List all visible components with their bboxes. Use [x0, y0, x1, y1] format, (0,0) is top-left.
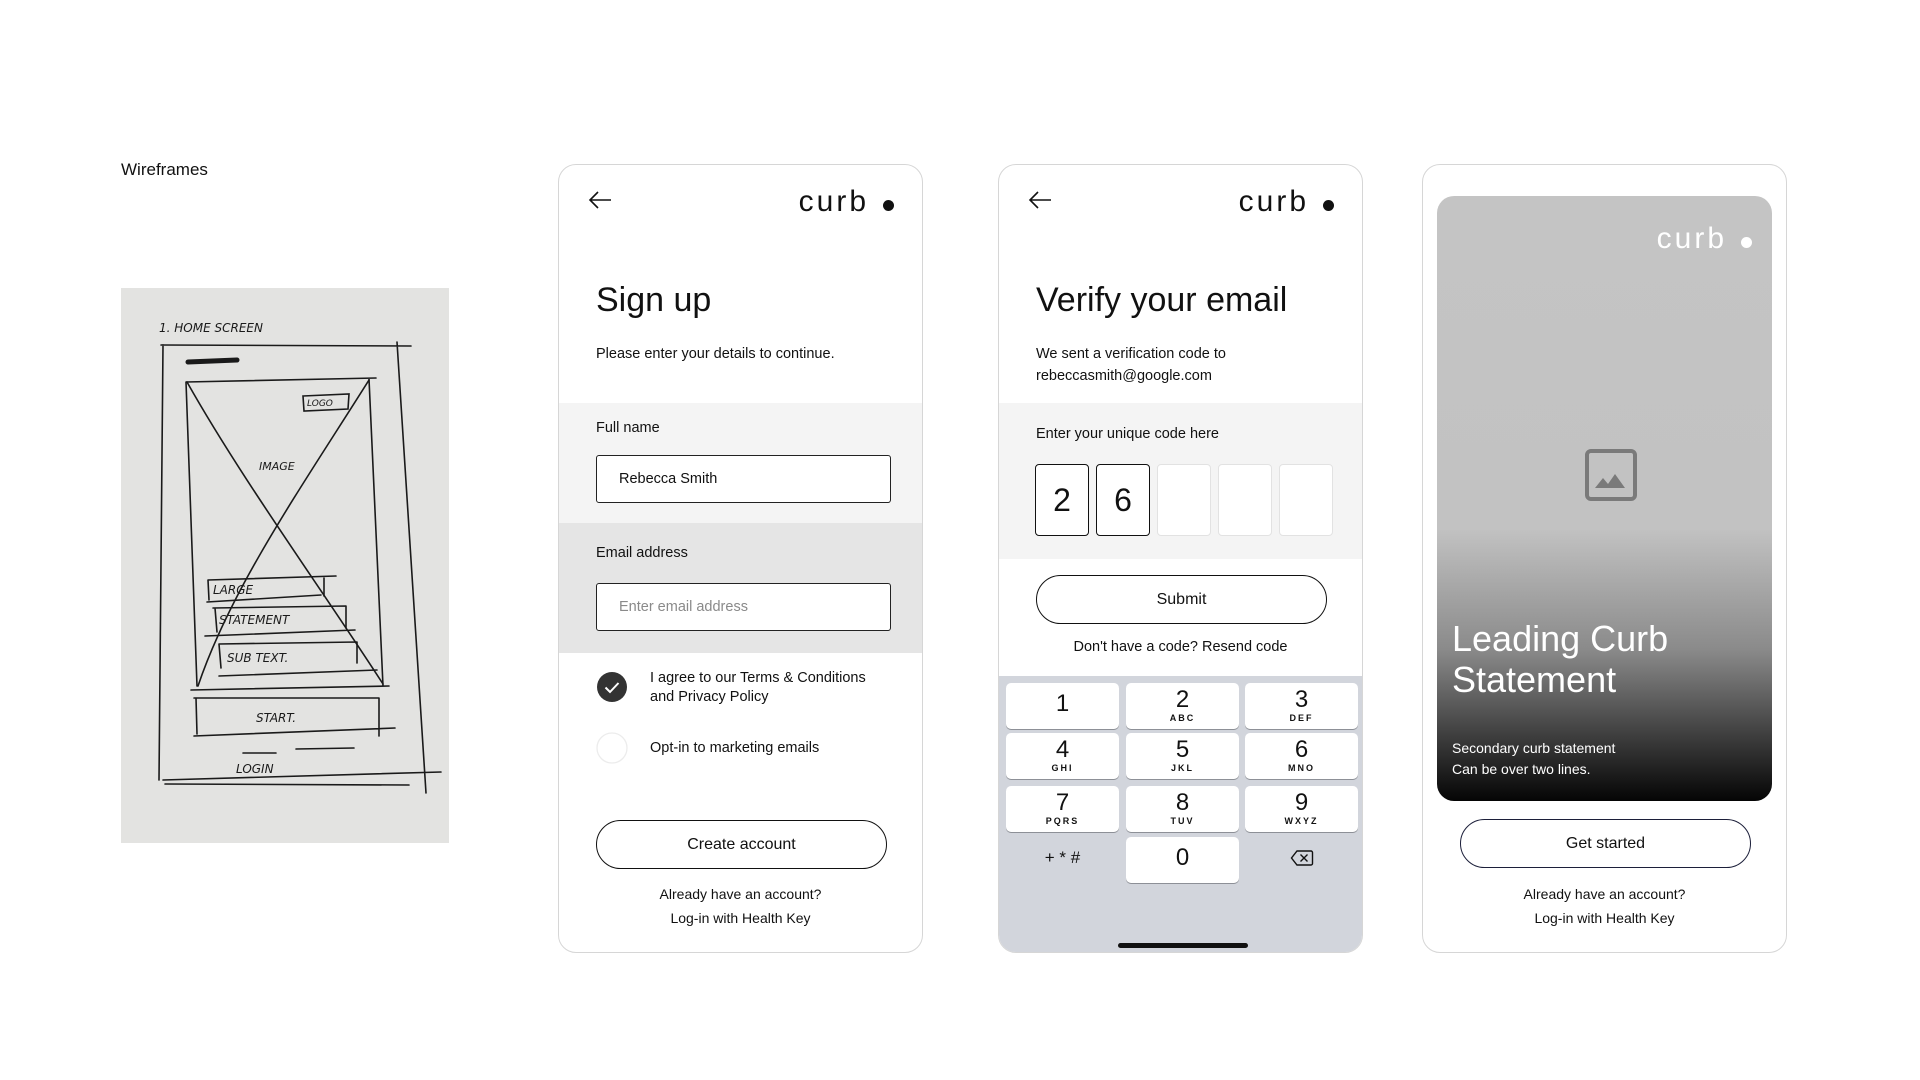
terms-label: I agree to our Terms & Conditions and Pri…: [650, 670, 866, 705]
key-letters: WXYZ: [1284, 816, 1319, 826]
code-digit-box[interactable]: [1279, 464, 1333, 536]
email-input[interactable]: Enter email address: [596, 583, 891, 631]
full-name-section: Full name Rebecca Smith: [559, 403, 922, 523]
key-digit: 5: [1175, 736, 1190, 763]
key-digit: 9: [1294, 789, 1309, 816]
code-label: Enter your unique code here: [1036, 426, 1219, 442]
already-account-text: Already have an account?: [1523, 886, 1686, 902]
key-digit: 6: [1294, 736, 1309, 763]
keypad-key[interactable]: 4 GHI: [1006, 733, 1119, 779]
verify-email-screen: curb Verify your email We sent a verific…: [998, 164, 1363, 953]
page-title: Verify your email: [1036, 281, 1288, 319]
marketing-checkbox[interactable]: [596, 732, 628, 764]
key-digit: 1: [1055, 690, 1070, 717]
sketch-heading: 1. HOME SCREEN: [159, 321, 263, 335]
marketing-label: Opt-in to marketing emails: [650, 740, 820, 756]
full-name-label: Full name: [596, 420, 660, 436]
code-digit-box[interactable]: [1157, 464, 1211, 536]
home-screen: curb Leading Curb Statement Secondary cur…: [1422, 164, 1787, 953]
get-started-button[interactable]: Get started: [1460, 819, 1751, 868]
keypad-key[interactable]: 3 DEF: [1245, 683, 1358, 729]
login-health-key-link[interactable]: Log-in with Health Key: [1423, 910, 1786, 926]
keypad-key[interactable]: 2 ABC: [1126, 683, 1239, 729]
keypad-delete-button[interactable]: [1245, 837, 1358, 883]
keypad-key[interactable]: 0: [1126, 837, 1239, 883]
resend-code-link[interactable]: Don't have a code? Resend code: [999, 639, 1362, 655]
page-label: Wireframes: [121, 160, 208, 179]
image-placeholder-icon: [1585, 449, 1637, 501]
page-subtitle: Please enter your details to continue.: [596, 346, 835, 362]
page-title: Sign up: [596, 281, 712, 319]
hero-substatement: Secondary curb statement Can be over two …: [1452, 740, 1616, 777]
key-letters: PQRS: [1045, 816, 1080, 826]
email-label: Email address: [596, 545, 688, 561]
keypad-key[interactable]: 5 JKL: [1126, 733, 1239, 779]
back-arrow-icon[interactable]: [587, 189, 613, 211]
keypad-key[interactable]: 7 PQRS: [1006, 786, 1119, 832]
curb-logo: curb: [1657, 222, 1752, 256]
key-letters: TUV: [1170, 816, 1195, 826]
key-letters: GHI: [1051, 763, 1074, 773]
delete-icon: [1290, 850, 1313, 866]
key-letters: MNO: [1288, 763, 1315, 773]
sketch-large: LARGE: [213, 583, 254, 597]
hero-statement: Leading Curb Statement: [1452, 618, 1669, 700]
code-digit-box[interactable]: [1218, 464, 1272, 536]
sketch-login: LOGIN: [236, 762, 274, 776]
keypad-key[interactable]: + * #: [1006, 837, 1119, 883]
key-digit: 7: [1055, 789, 1070, 816]
keypad-key[interactable]: 8 TUV: [1126, 786, 1239, 832]
curb-logo: curb: [799, 185, 894, 219]
back-arrow-icon[interactable]: [1027, 189, 1053, 211]
key-digit: 0: [1175, 844, 1190, 871]
key-digit: 3: [1294, 686, 1309, 713]
key-letters: ABC: [1169, 713, 1196, 723]
key-digit: 2: [1175, 686, 1190, 713]
signup-screen: curb Sign up Please enter your details t…: [558, 164, 923, 953]
full-name-input[interactable]: Rebecca Smith: [596, 455, 891, 503]
sketch-logo: LOGO: [307, 399, 333, 409]
sketch-subtext: SUB TEXT.: [227, 651, 288, 665]
key-letters: DEF: [1289, 713, 1314, 723]
code-digit-box[interactable]: 2: [1035, 464, 1089, 536]
hero-image-card: curb Leading Curb Statement Secondary cur…: [1437, 196, 1772, 801]
page-subtitle: We sent a verification code to rebeccasmi…: [1036, 346, 1226, 384]
key-digit: 4: [1055, 736, 1070, 763]
hand-sketch-wireframe: 1. HOME SCREEN LOGO IMAGE LARGE STATEMEN…: [121, 288, 449, 843]
curb-logo: curb: [1239, 185, 1334, 219]
code-digit-box[interactable]: 6: [1096, 464, 1150, 536]
terms-checkbox-checked[interactable]: [596, 671, 628, 703]
sketch-statement: STATEMENT: [219, 613, 291, 627]
keypad-key[interactable]: 6 MNO: [1245, 733, 1358, 779]
key-digit: + * #: [1044, 848, 1081, 867]
key-digit: 8: [1175, 789, 1190, 816]
sketch-start: START.: [256, 711, 296, 725]
create-account-button[interactable]: Create account: [596, 820, 887, 869]
home-indicator: [1118, 943, 1248, 948]
already-account-text: Already have an account?: [659, 886, 822, 902]
email-section: Email address Enter email address: [559, 523, 922, 653]
keypad-key[interactable]: 1: [1006, 683, 1119, 729]
submit-button[interactable]: Submit: [1036, 575, 1327, 624]
keypad-key[interactable]: 9 WXYZ: [1245, 786, 1358, 832]
key-letters: JKL: [1170, 763, 1194, 773]
sketch-image: IMAGE: [259, 460, 295, 473]
login-health-key-link[interactable]: Log-in with Health Key: [559, 910, 922, 926]
